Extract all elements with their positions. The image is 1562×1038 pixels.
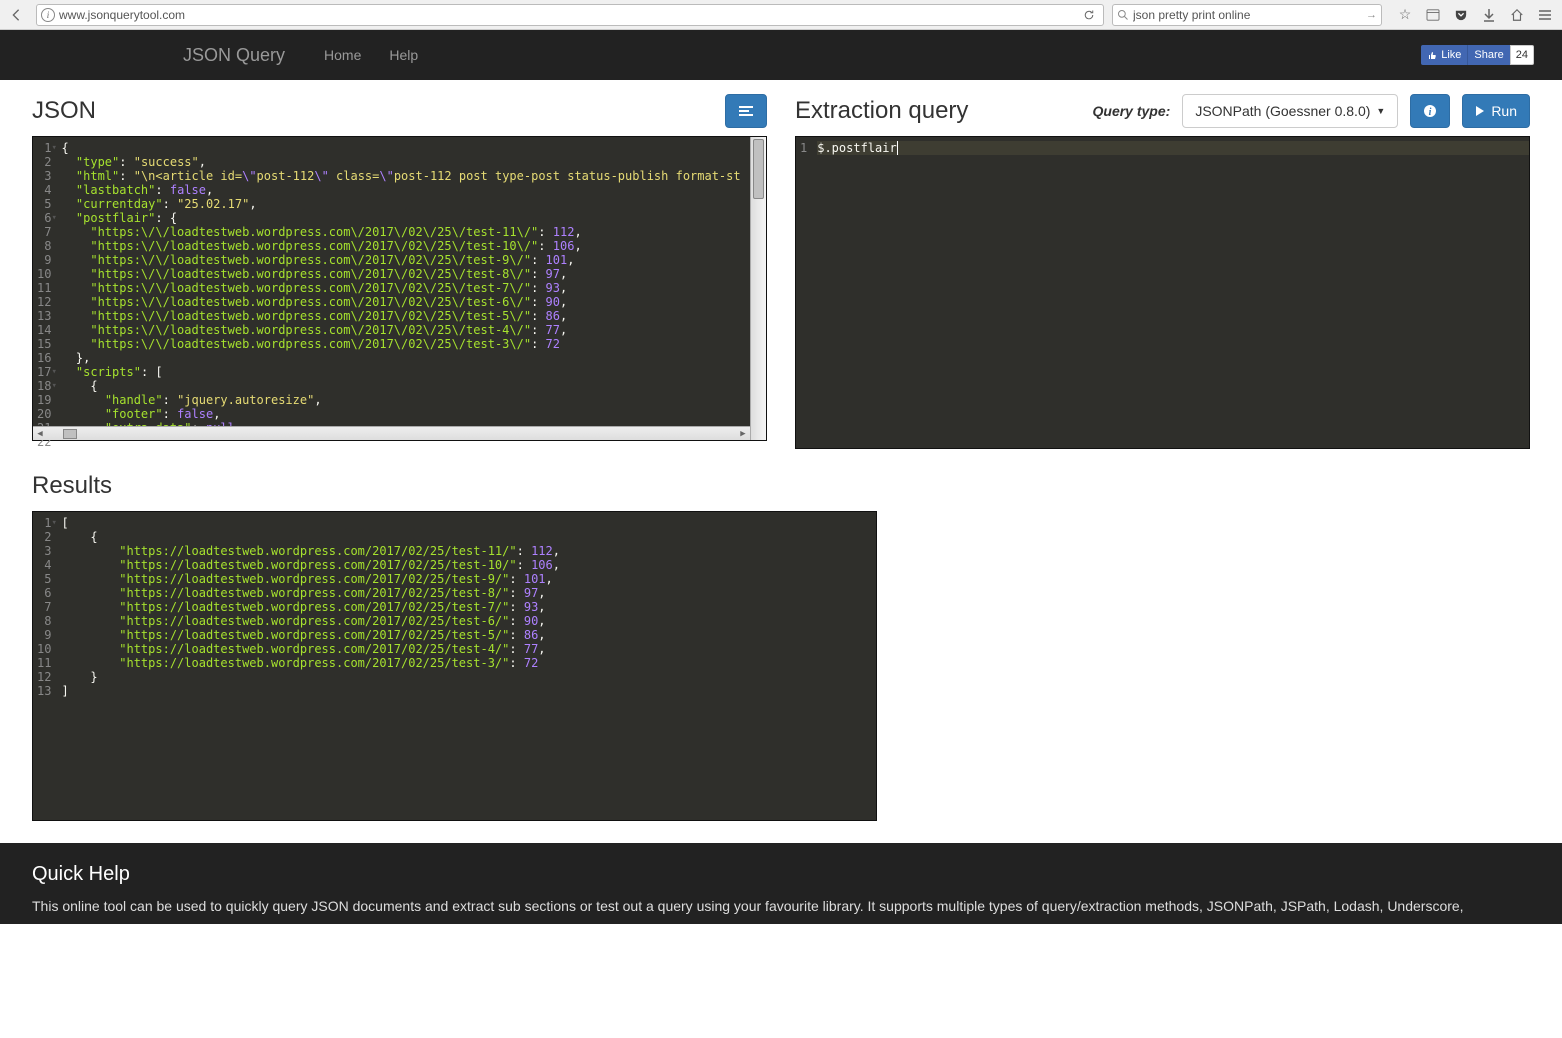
search-icon [1117, 9, 1129, 21]
query-code[interactable]: $.postflair [813, 137, 1529, 448]
fb-share-button[interactable]: Share [1467, 45, 1509, 65]
site-info-icon[interactable]: i [41, 8, 55, 22]
browser-toolbar: i → ☆ [0, 0, 1562, 30]
results-panel-title: Results [32, 472, 112, 500]
results-editor[interactable]: 12345678910111213 [ { "https://loadtestw… [32, 511, 877, 821]
scroll-left-icon[interactable]: ◀ [33, 427, 47, 441]
scrollbar-thumb-h[interactable] [63, 429, 77, 439]
json-code[interactable]: { "type": "success", "html": "\n<article… [57, 137, 766, 440]
url-input[interactable] [59, 8, 1075, 22]
query-gutter: 1 [796, 137, 813, 448]
go-icon[interactable]: → [1366, 9, 1377, 21]
run-label: Run [1491, 103, 1517, 119]
info-icon: i [1423, 104, 1437, 118]
address-bar[interactable]: i [36, 4, 1104, 26]
library-icon[interactable] [1420, 4, 1446, 26]
home-icon[interactable] [1504, 4, 1530, 26]
query-panel-title: Extraction query [795, 97, 968, 125]
info-button[interactable]: i [1410, 94, 1450, 128]
footer-text: This online tool can be used to quickly … [32, 898, 1530, 914]
results-gutter: 12345678910111213 [33, 512, 57, 820]
horizontal-scrollbar[interactable]: ◀▶ [33, 426, 750, 440]
brand-title[interactable]: JSON Query [183, 45, 285, 66]
json-gutter: 12345678910111213141516171819202122 [33, 137, 57, 440]
query-type-selected: JSONPath (Goessner 0.8.0) [1195, 103, 1370, 119]
svg-text:i: i [1429, 107, 1432, 118]
pocket-icon[interactable] [1448, 4, 1474, 26]
quick-help-footer: Quick Help This online tool can be used … [0, 843, 1562, 924]
app-navbar: JSON Query Home Help Like Share 24 [0, 30, 1562, 80]
fb-like-label: Like [1441, 49, 1461, 61]
fb-count: 24 [1510, 45, 1534, 65]
facebook-widget[interactable]: Like Share 24 [1421, 45, 1534, 65]
fb-like-button[interactable]: Like [1421, 45, 1467, 65]
thumb-up-icon [1427, 50, 1437, 60]
json-editor[interactable]: 12345678910111213141516171819202122 { "t… [32, 136, 767, 441]
bookmark-star-icon[interactable]: ☆ [1392, 4, 1418, 26]
menu-icon[interactable] [1532, 4, 1558, 26]
caret-down-icon: ▼ [1376, 106, 1385, 116]
query-editor[interactable]: 1 $.postflair [795, 136, 1530, 449]
align-icon [738, 105, 754, 117]
format-button[interactable] [725, 94, 767, 128]
query-type-dropdown[interactable]: JSONPath (Goessner 0.8.0) ▼ [1182, 94, 1398, 128]
scrollbar-thumb[interactable] [753, 139, 764, 199]
json-panel-title: JSON [32, 97, 96, 125]
nav-help[interactable]: Help [375, 47, 432, 63]
play-icon [1475, 105, 1485, 117]
reload-button[interactable] [1079, 9, 1099, 21]
run-button[interactable]: Run [1462, 94, 1530, 128]
nav-home[interactable]: Home [310, 47, 375, 63]
downloads-icon[interactable] [1476, 4, 1502, 26]
scroll-right-icon[interactable]: ▶ [736, 427, 750, 441]
search-bar[interactable]: → [1112, 4, 1382, 26]
query-type-label: Query type: [1093, 103, 1171, 119]
back-button[interactable] [4, 4, 28, 26]
search-input[interactable] [1133, 8, 1362, 22]
results-code[interactable]: [ { "https://loadtestweb.wordpress.com/2… [57, 512, 876, 820]
vertical-scrollbar[interactable] [750, 137, 766, 440]
footer-title: Quick Help [32, 863, 1530, 886]
